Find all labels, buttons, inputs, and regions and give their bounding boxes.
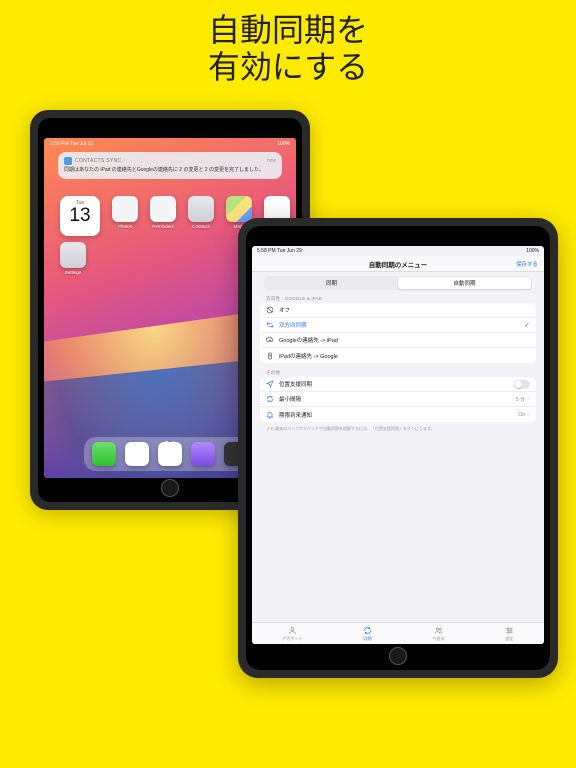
direction-list: オフ 双方向同期 ✓ Googleの連絡先 -> iPad iPadの連絡先 -…	[260, 303, 536, 363]
headline-line2: 有効にする	[208, 49, 368, 85]
sliders-icon	[505, 626, 514, 635]
notification-body: 同期はあなたの iPad の連絡先とGoogleの連絡先に 2 の変更と 2 の…	[64, 167, 276, 174]
other-list: 位置支援同期 最小間隔 5 分 › 期限到来通知 On ›	[260, 377, 536, 422]
tab-sync[interactable]: 同期	[363, 626, 372, 642]
option-ipad-to-google[interactable]: iPadの連絡先 -> Google	[260, 348, 536, 363]
save-button[interactable]: 保存する	[516, 260, 538, 268]
bell-icon	[266, 411, 274, 419]
option-off[interactable]: オフ	[260, 303, 536, 318]
status-battery: 100%	[277, 141, 290, 147]
check-icon: ✓	[524, 321, 530, 329]
option-two-way[interactable]: 双方向同期 ✓	[260, 318, 536, 333]
users-icon	[434, 626, 443, 635]
nav-bar: 自動同期のメニュー 保存する	[252, 256, 544, 272]
chevron-right-icon: ›	[528, 412, 530, 418]
refresh-icon	[266, 395, 274, 403]
tab-settings[interactable]: 設定	[505, 626, 514, 642]
contacts-icon	[188, 196, 214, 222]
tab-bar: アカウント 同期 今週末 設定	[252, 622, 544, 644]
reminders-icon	[150, 196, 176, 222]
status-battery: 100%	[526, 248, 539, 254]
location-icon	[266, 380, 274, 388]
app-screen: 5:58 PM Tue Jun 29 100% 自動同期のメニュー 保存する 同…	[252, 246, 544, 644]
dock-files-icon[interactable]	[158, 442, 182, 466]
ipad-device-app: 5:58 PM Tue Jun 29 100% 自動同期のメニュー 保存する 同…	[238, 218, 558, 678]
marketing-headline: 自動同期を 有効にする	[0, 0, 576, 86]
dock-podcasts-icon[interactable]	[191, 442, 215, 466]
footnote: メモ:端末のバックグラウンドで自動同期を理解するには、「位置支援同期」をオンにし…	[266, 426, 435, 432]
maps-icon	[226, 196, 252, 222]
app-photos[interactable]: Photos	[112, 196, 138, 229]
home-button[interactable]	[389, 647, 407, 665]
headline-line1: 自動同期を	[208, 12, 368, 48]
setting-location-sync[interactable]: 位置支援同期	[260, 377, 536, 392]
cloud-down-icon	[266, 336, 274, 344]
interval-value: 5 分	[516, 396, 525, 403]
home-button[interactable]	[161, 479, 179, 497]
app-settings[interactable]: Settings	[60, 242, 86, 275]
app-contacts[interactable]: Contacts	[188, 196, 214, 229]
settings-icon	[60, 242, 86, 268]
app-reminders[interactable]: Reminders	[150, 196, 176, 229]
dock-safari-icon[interactable]	[125, 442, 149, 466]
section-direction-label: 方向性 - GOOGLE & iPAD	[266, 296, 322, 302]
notification-value: On	[518, 412, 525, 418]
status-time: 5:55 PM Tue Jul 13	[50, 141, 93, 147]
phone-up-icon	[266, 352, 274, 360]
status-time: 5:58 PM Tue Jun 29	[257, 248, 302, 254]
arrows-icon	[266, 321, 274, 329]
status-bar: 5:55 PM Tue Jul 13 100%	[50, 141, 290, 147]
section-other-label: その他	[266, 370, 280, 376]
segmented-control[interactable]: 同期 自動同期	[264, 276, 532, 290]
setting-expiry-notification[interactable]: 期限到来通知 On ›	[260, 407, 536, 422]
setting-min-interval[interactable]: 最小間隔 5 分 ›	[260, 392, 536, 407]
ban-icon	[266, 306, 274, 314]
calendar-widget[interactable]: Tue 13	[60, 196, 100, 236]
status-bar: 5:58 PM Tue Jun 29 100%	[257, 248, 539, 254]
photos-icon	[112, 196, 138, 222]
notification-banner[interactable]: CONTACTS SYNC now 同期はあなたの iPad の連絡先とGoog…	[58, 152, 282, 179]
segment-sync[interactable]: 同期	[265, 277, 398, 289]
nav-title: 自動同期のメニュー	[369, 259, 428, 269]
tab-contacts[interactable]: 今週末	[432, 626, 445, 642]
segment-autosync[interactable]: 自動同期	[398, 277, 531, 289]
notification-time: now	[267, 158, 276, 164]
calendar-day: 13	[60, 206, 100, 225]
notification-app-icon	[64, 157, 72, 165]
sync-icon	[363, 626, 372, 635]
person-icon	[288, 626, 297, 635]
chevron-right-icon: ›	[528, 396, 530, 402]
tab-account[interactable]: アカウント	[282, 626, 303, 642]
option-google-to-ipad[interactable]: Googleの連絡先 -> iPad	[260, 333, 536, 348]
dock	[84, 437, 256, 471]
dock-messages-icon[interactable]	[92, 442, 116, 466]
toggle-off[interactable]	[514, 380, 530, 389]
notification-app-name: CONTACTS SYNC	[75, 158, 121, 164]
